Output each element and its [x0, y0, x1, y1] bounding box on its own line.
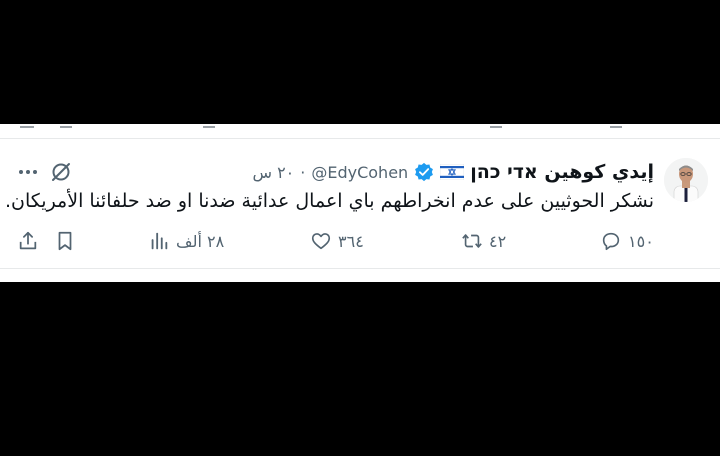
retweet-count: ٤٢ [489, 231, 507, 251]
tweet-header: إيدي كوهين אדי כהן @EdyCohen · ٢٠ س [252, 158, 654, 186]
views-icon [151, 232, 168, 250]
handle[interactable]: @EdyCohen [311, 163, 408, 182]
action-bar: ١٥٠ ٤٢ ٣٦٤ ٢٨ ألف [14, 226, 664, 256]
share-button[interactable] [17, 226, 39, 256]
more-options-icon[interactable] [16, 162, 40, 182]
previous-tweet-actions-cutoff [0, 124, 720, 132]
israel-flag-icon [439, 163, 465, 181]
grok-icon[interactable] [50, 161, 72, 183]
views-button[interactable]: ٢٨ ألف [148, 226, 224, 256]
retweet-icon [462, 234, 482, 248]
like-count: ٣٦٤ [338, 231, 364, 251]
separator-dot: · [300, 162, 306, 182]
divider [0, 268, 720, 269]
views-count: ٢٨ ألف [176, 231, 225, 251]
screen: { "tweet": { "display_name": "إيدي كوهين… [0, 0, 720, 456]
verified-badge-icon [414, 162, 434, 182]
tweet-text: نشكر الحوثيين على عدم انخراطهم باي اعمال… [5, 190, 654, 212]
share-icon [19, 231, 37, 250]
display-name[interactable]: إيدي كوهين אדי כהן [470, 161, 654, 183]
bookmark-button[interactable] [54, 226, 76, 256]
avatar[interactable] [664, 158, 708, 202]
reply-button[interactable]: ١٥٠ [600, 226, 654, 256]
bookmark-icon [58, 231, 72, 251]
timestamp[interactable]: ٢٠ س [252, 163, 294, 182]
like-button[interactable]: ٣٦٤ [310, 226, 364, 256]
divider [0, 138, 720, 139]
tweet-card[interactable]: إيدي كوهين אדי כהן @EdyCohen · ٢٠ س نشكر… [0, 124, 720, 282]
reply-count: ١٥٠ [628, 231, 654, 251]
retweet-button[interactable]: ٤٢ [461, 226, 506, 256]
like-icon [311, 233, 331, 250]
reply-icon [602, 232, 620, 251]
